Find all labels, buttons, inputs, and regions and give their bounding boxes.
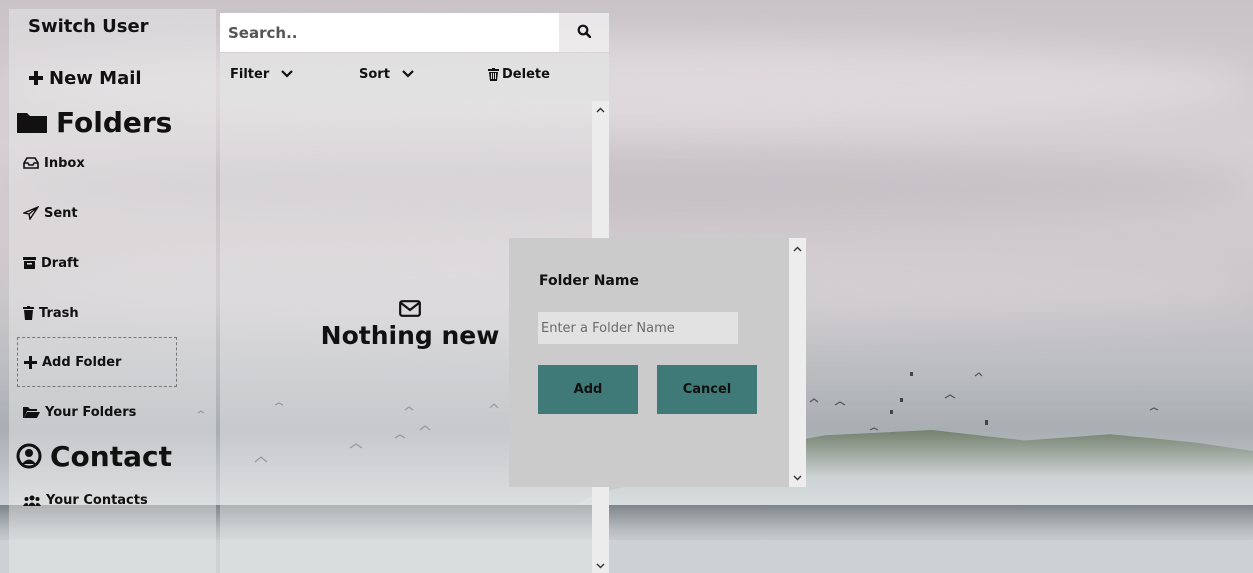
contact-heading: Contact: [16, 432, 223, 480]
sidebar-item-label: Sent: [44, 205, 78, 221]
folder-name-label: Folder Name: [539, 273, 639, 289]
contact-heading-label: Contact: [50, 439, 172, 473]
sidebar-item-your-contacts[interactable]: Your Contacts: [23, 480, 230, 520]
sidebar-item-inbox[interactable]: Inbox: [23, 143, 230, 183]
new-mail-label: New Mail: [49, 67, 142, 89]
delete-label: Delete: [502, 67, 550, 82]
archive-icon: [23, 257, 36, 269]
search-button[interactable]: [559, 13, 609, 52]
switch-user-label: Switch User: [28, 15, 149, 37]
folder-icon: [16, 110, 48, 134]
sidebar-item-add-folder[interactable]: Add Folder: [17, 337, 177, 387]
new-mail-button[interactable]: New Mail: [28, 58, 235, 98]
mail-toolbar: Filter Sort Delete: [220, 53, 609, 101]
add-folder-dialog: Folder Name Add Cancel: [509, 238, 806, 487]
dialog-scrollbar[interactable]: [789, 238, 806, 487]
sidebar-item-label: Inbox: [44, 155, 85, 171]
chevron-down-icon: [402, 67, 414, 82]
sidebar-item-label: Add Folder: [42, 354, 122, 370]
search-input[interactable]: [220, 13, 559, 52]
sidebar-item-label: Trash: [39, 305, 79, 321]
folders-heading: Folders: [16, 98, 223, 146]
folder-name-input[interactable]: [538, 312, 738, 344]
sidebar-item-your-folders[interactable]: Your Folders: [23, 392, 230, 432]
sidebar-item-trash[interactable]: Trash: [23, 293, 230, 333]
sort-dropdown[interactable]: Sort: [359, 67, 414, 82]
chevron-down-icon: [281, 67, 294, 82]
scroll-up-icon[interactable]: [789, 242, 806, 256]
sidebar-item-draft[interactable]: Draft: [23, 243, 230, 283]
filter-dropdown[interactable]: Filter: [230, 67, 294, 82]
sidebar-item-label: Your Folders: [45, 404, 137, 420]
scroll-down-icon[interactable]: [789, 471, 806, 485]
scroll-up-icon[interactable]: [592, 103, 609, 117]
users-icon: [23, 495, 41, 506]
trash-icon: [488, 68, 499, 81]
inbox-icon: [23, 157, 39, 169]
envelope-icon: [310, 300, 510, 317]
delete-button[interactable]: Delete: [488, 67, 550, 82]
sidebar-item-label: Your Contacts: [46, 492, 148, 508]
trash-icon: [23, 306, 34, 320]
switch-user-button[interactable]: Switch User: [28, 6, 235, 46]
filter-label: Filter: [230, 67, 270, 82]
sidebar-item-sent[interactable]: Sent: [23, 193, 230, 233]
plus-icon: [24, 355, 37, 369]
user-circle-icon: [16, 443, 42, 469]
empty-state: Nothing new: [310, 300, 510, 350]
folders-heading-label: Folders: [56, 105, 173, 139]
search-icon: [577, 23, 592, 42]
sort-label: Sort: [359, 67, 390, 82]
cancel-button[interactable]: Cancel: [657, 365, 757, 414]
paper-plane-icon: [23, 206, 39, 220]
add-button[interactable]: Add: [538, 365, 638, 414]
folder-open-icon: [23, 406, 40, 418]
sidebar-item-label: Draft: [41, 255, 79, 271]
scroll-down-icon[interactable]: [592, 559, 609, 573]
plus-icon: [28, 70, 44, 86]
empty-state-text: Nothing new: [320, 321, 500, 350]
